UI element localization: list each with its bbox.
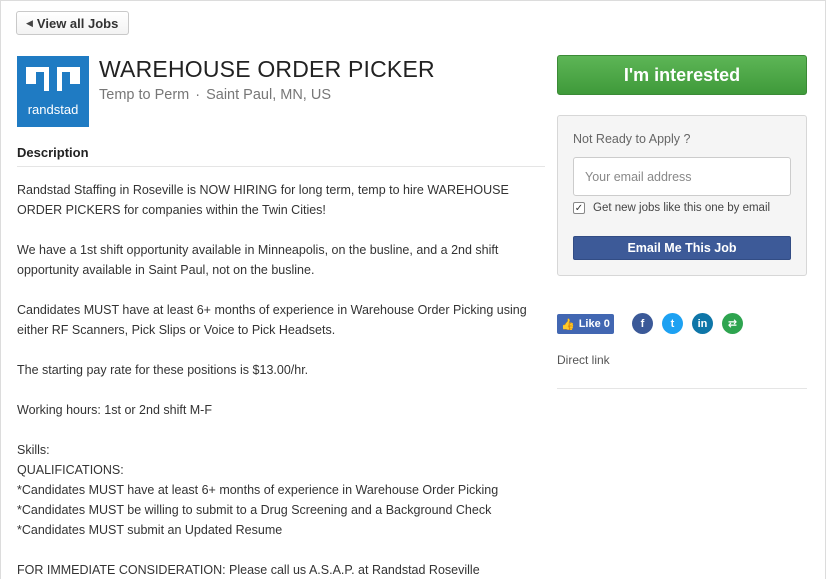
facebook-like-button[interactable]: 👍 Like 0 [557,314,614,334]
email-me-button[interactable]: Email Me This Job [573,236,791,260]
view-all-jobs-button[interactable]: ◀ View all Jobs [16,11,130,35]
qualification-item: *Candidates MUST submit an Updated Resum… [17,523,283,537]
qualification-item: *Candidates MUST have at least 6+ months… [17,483,499,497]
apply-prompt: Not Ready to Apply ? [573,132,691,146]
job-alert-option[interactable]: ✓ Get new jobs like this one by email [573,202,770,214]
skills-label: Skills: [17,443,50,457]
description-paragraph: Candidates MUST have at least 6+ months … [17,303,527,337]
apply-later-box: Not Ready to Apply ? Your email address … [557,115,807,276]
job-meta: Temp to Perm · Saint Paul, MN, US [99,87,331,103]
description-paragraph: Working hours: 1st or 2nd shift M-F [17,403,212,417]
description-paragraph: The starting pay rate for these position… [17,363,309,377]
divider [17,166,545,167]
thumbs-up-icon: 👍 [561,318,575,331]
divider [557,388,807,389]
email-input[interactable]: Your email address [573,157,791,196]
direct-link[interactable]: Direct link [557,353,610,367]
logo-text: randstad [27,102,79,117]
im-interested-button[interactable]: I'm interested [557,55,807,95]
meta-separator: · [195,87,201,103]
company-logo: randstad [17,56,89,127]
randstad-logo-mark [26,67,80,91]
qualification-item: *Candidates MUST be willing to submit to… [17,503,492,517]
job-alert-checkbox[interactable]: ✓ [573,202,585,214]
view-all-jobs-label: View all Jobs [36,15,119,31]
description-paragraph: We have a 1st shift opportunity availabl… [17,243,499,277]
description-heading: Description [17,145,89,160]
closing-text: FOR IMMEDIATE CONSIDERATION: Please call… [17,563,480,577]
twitter-icon[interactable]: t [662,313,683,334]
job-location: Saint Paul, MN, US [206,87,332,103]
linkedin-icon[interactable]: in [692,313,713,334]
job-description: Randstad Staffing in Roseville is NOW HI… [17,180,542,580]
description-paragraph: Randstad Staffing in Roseville is NOW HI… [17,183,509,217]
share-icon[interactable]: ⇄ [722,313,743,334]
job-alert-label: Get new jobs like this one by email [593,202,771,214]
job-title: WAREHOUSE ORDER PICKER [99,56,435,82]
chevron-left-icon: ◀ [26,17,33,28]
facebook-icon[interactable]: f [632,313,653,334]
job-type: Temp to Perm [99,87,190,103]
qualifications-label: QUALIFICATIONS: [17,463,124,477]
like-label: Like 0 [578,318,610,330]
